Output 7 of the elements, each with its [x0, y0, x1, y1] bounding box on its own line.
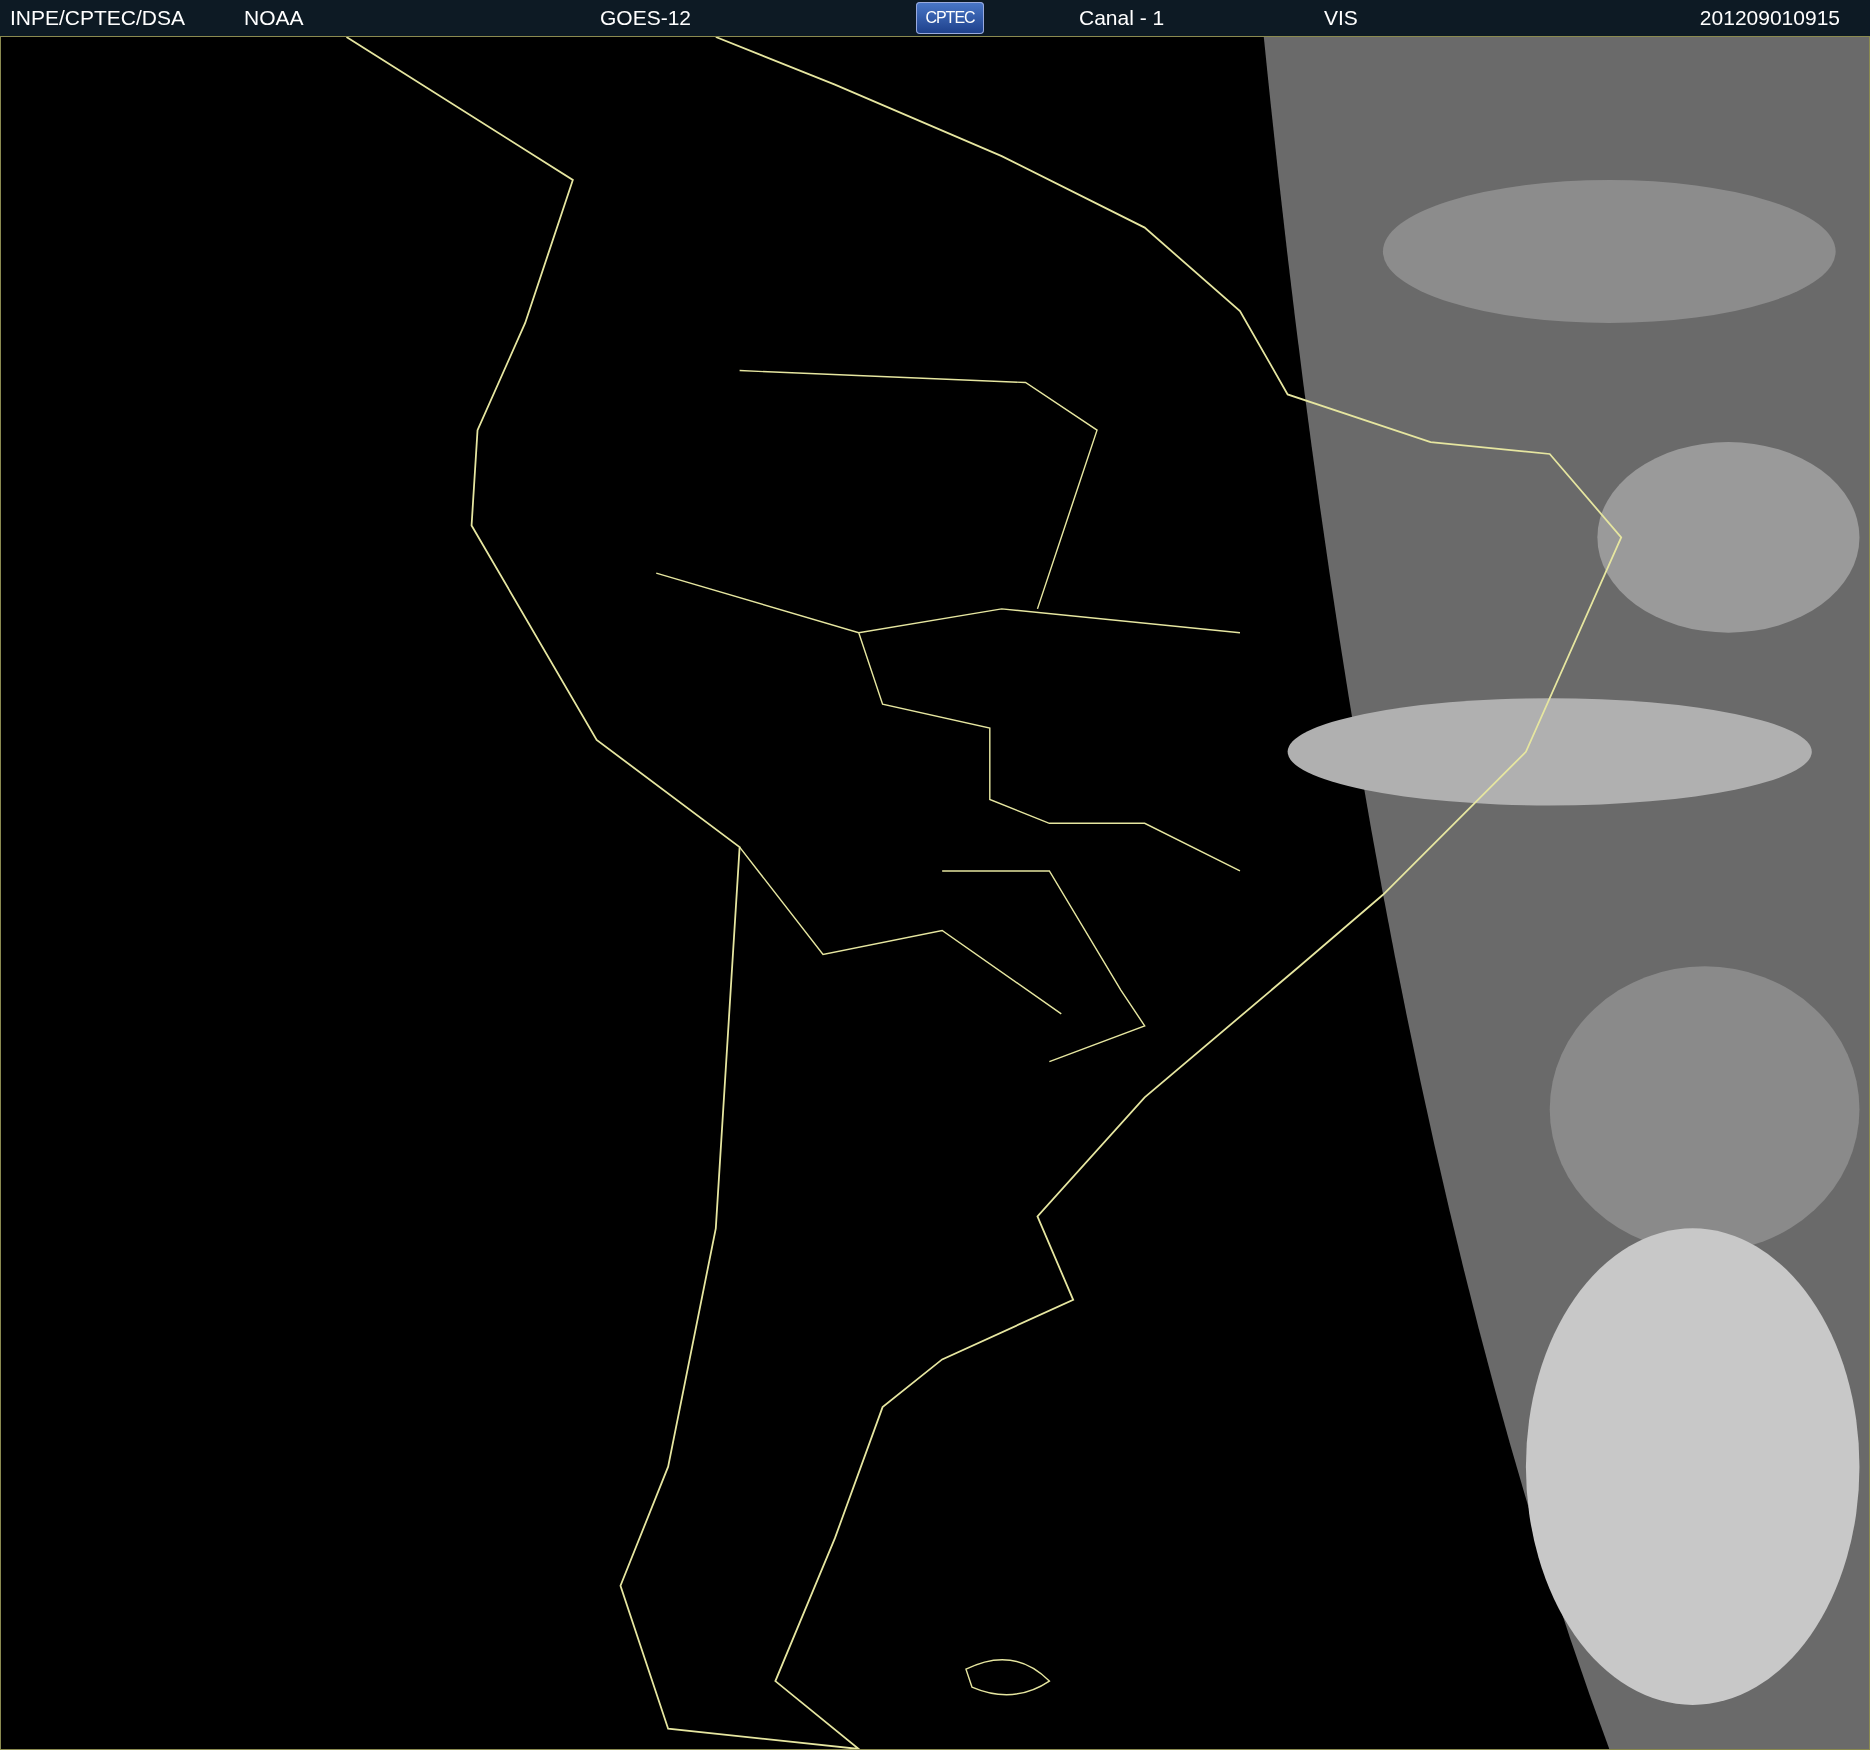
channel-label: Canal - 1 [1079, 6, 1165, 30]
agency-label: NOAA [244, 6, 304, 30]
satellite-label: GOES-12 [600, 6, 692, 30]
band-label: VIS [1324, 6, 1358, 30]
timestamp-label: 201209010915 [1699, 5, 1840, 31]
logo: CPTEC [916, 2, 984, 34]
source-label: INPE/CPTEC/DSA [10, 6, 186, 30]
